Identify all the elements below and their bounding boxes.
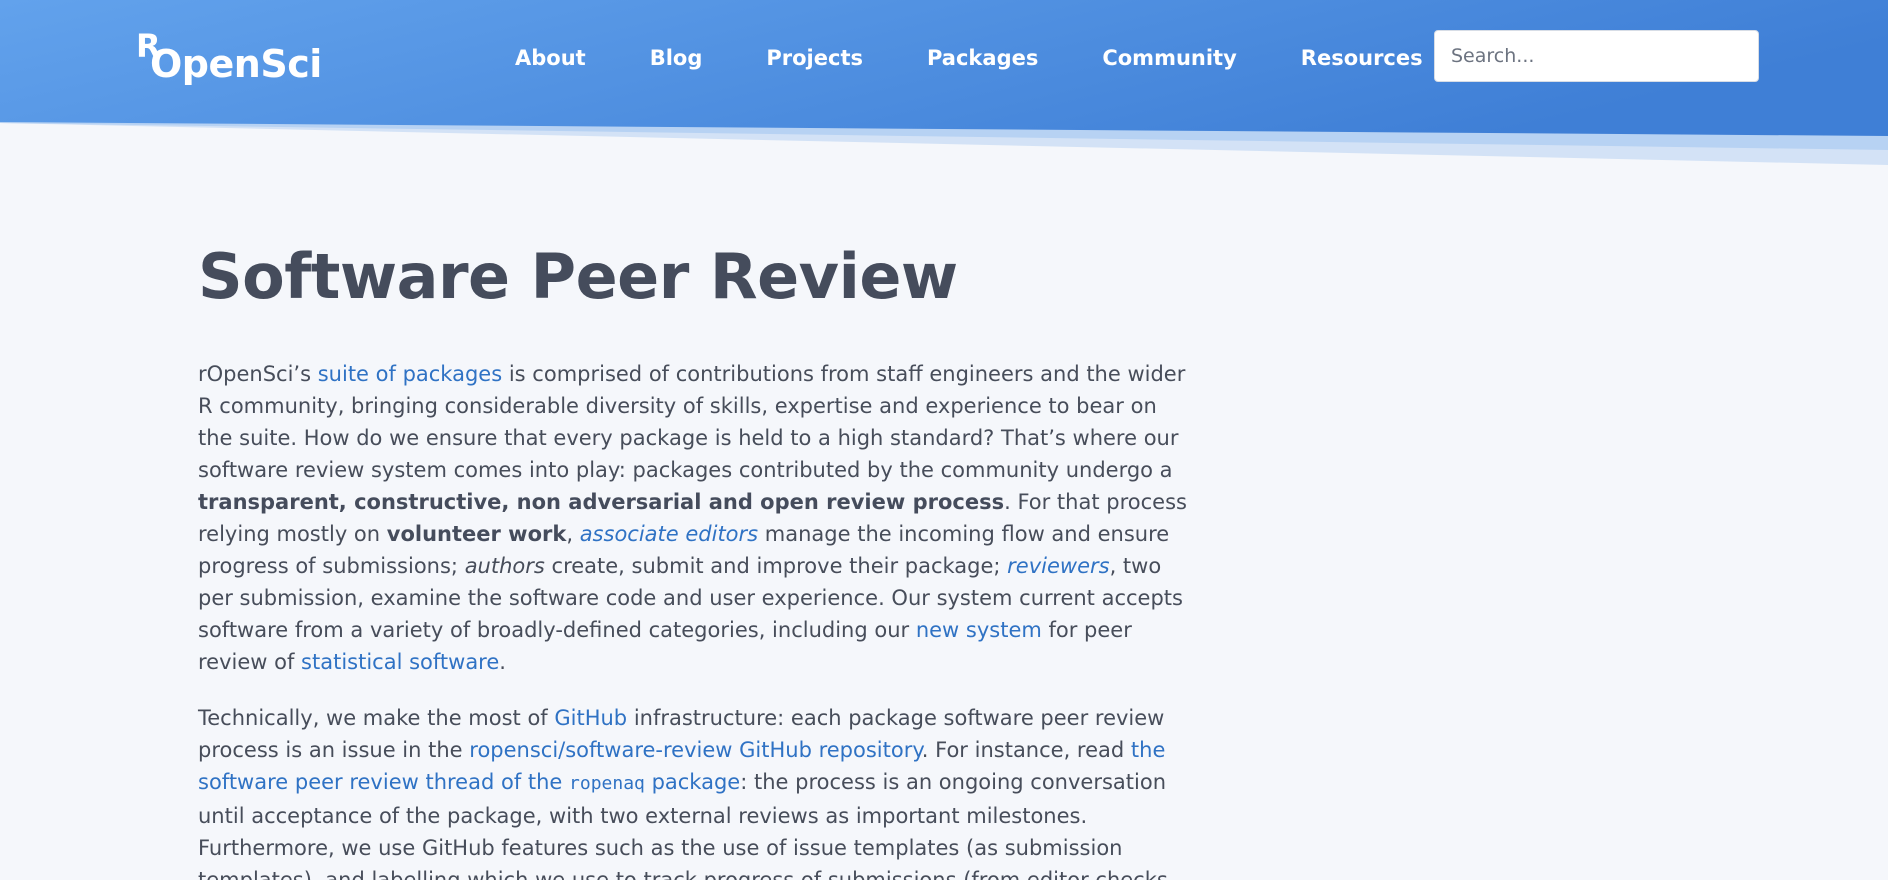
text: review of	[198, 650, 302, 674]
text: software from a variety of broadly-defin…	[198, 618, 916, 642]
p1-line: software from a variety of broadly-defin…	[198, 618, 1132, 642]
p1-line: progress of submissions; authors create,…	[198, 554, 1161, 578]
nav-community[interactable]: Community	[1102, 46, 1236, 70]
main-nav: About Blog Projects Packages Community R…	[515, 40, 1423, 76]
text: for peer	[1041, 618, 1132, 642]
p1-line: software review system comes into play: …	[198, 458, 1173, 482]
package-name-code: ropenaq	[569, 773, 645, 794]
reviewers-link[interactable]: reviewers	[1007, 554, 1109, 578]
intro-paragraph: rOpenSci’s suite of packages is comprise…	[198, 358, 1198, 678]
technical-paragraph: Technically, we make the most of GitHub …	[198, 702, 1198, 880]
text: .	[499, 650, 506, 674]
p2-line: until acceptance of the package, with tw…	[198, 804, 1088, 828]
p1-line: R community, bringing considerable diver…	[198, 394, 1157, 418]
new-system-link[interactable]: new system	[916, 618, 1042, 642]
p2-line: templates), and labelling which we use t…	[198, 868, 1168, 880]
software-review-repo-link[interactable]: ropensci/software-review GitHub reposito…	[469, 738, 922, 762]
text: progress of submissions;	[198, 554, 465, 578]
ropensci-logo[interactable]: R OpenSci	[136, 30, 322, 90]
nav-resources[interactable]: Resources	[1301, 46, 1423, 70]
nav-about[interactable]: About	[515, 46, 586, 70]
text: software peer review thread of the	[198, 770, 570, 794]
text: create, submit and improve their package…	[544, 554, 1008, 578]
text: manage the incoming flow and ensure	[758, 522, 1170, 546]
review-thread-link[interactable]: the	[1131, 738, 1165, 762]
p1-line: transparent, constructive, non adversari…	[198, 490, 1187, 514]
suite-of-packages-link[interactable]: suite of packages	[318, 362, 502, 386]
nav-packages[interactable]: Packages	[927, 46, 1038, 70]
p2-line: process is an issue in the ropensci/soft…	[198, 738, 1165, 762]
text: : the process is an ongoing conversation	[740, 770, 1167, 794]
text: . For instance, read	[921, 738, 1131, 762]
text: is comprised of contributions from staff…	[502, 362, 1186, 386]
p1-line: rOpenSci’s suite of packages is comprise…	[198, 362, 1185, 386]
p1-line: the suite. How do we ensure that every p…	[198, 426, 1179, 450]
text: ,	[566, 522, 580, 546]
text: process is an issue in the	[198, 738, 470, 762]
associate-editors-link[interactable]: associate editors	[580, 522, 758, 546]
bold-text: transparent, constructive, non adversari…	[198, 490, 1005, 514]
github-link[interactable]: GitHub	[554, 706, 627, 730]
text: . For that process	[1004, 490, 1187, 514]
nav-projects[interactable]: Projects	[766, 46, 863, 70]
p2-line: software peer review thread of the ropen…	[198, 770, 1166, 794]
nav-blog[interactable]: Blog	[650, 46, 703, 70]
italic-text: authors	[464, 554, 545, 578]
p2-line: Furthermore, we use GitHub features such…	[198, 836, 1123, 860]
p1-line: relying mostly on volunteer work, associ…	[198, 522, 1169, 546]
text: infrastructure: each package software pe…	[627, 706, 1165, 730]
main-content: Software Peer Review rOpenSci’s suite of…	[198, 232, 1198, 880]
site-header: R OpenSci About Blog Projects Packages C…	[0, 0, 1888, 170]
logo-wordmark: OpenSci	[150, 42, 322, 86]
bold-text: volunteer work	[386, 522, 567, 546]
review-thread-link[interactable]: software peer review thread of the ropen…	[198, 770, 740, 794]
italic-text: associate editors	[579, 522, 759, 546]
italic-text: reviewers	[1007, 554, 1110, 578]
page: R OpenSci About Blog Projects Packages C…	[0, 0, 1888, 880]
page-title: Software Peer Review	[198, 240, 958, 313]
p1-line: review of statistical software.	[198, 650, 506, 674]
text: rOpenSci’s	[198, 362, 318, 386]
p1-line: per submission, examine the software cod…	[198, 586, 1183, 610]
search-input[interactable]	[1434, 30, 1759, 82]
p2-line: Technically, we make the most of GitHub …	[198, 706, 1164, 730]
text: , two	[1109, 554, 1162, 578]
text: Technically, we make the most of	[198, 706, 555, 730]
text: package	[644, 770, 741, 794]
statistical-software-link[interactable]: statistical software	[301, 650, 499, 674]
text: relying mostly on	[198, 522, 387, 546]
